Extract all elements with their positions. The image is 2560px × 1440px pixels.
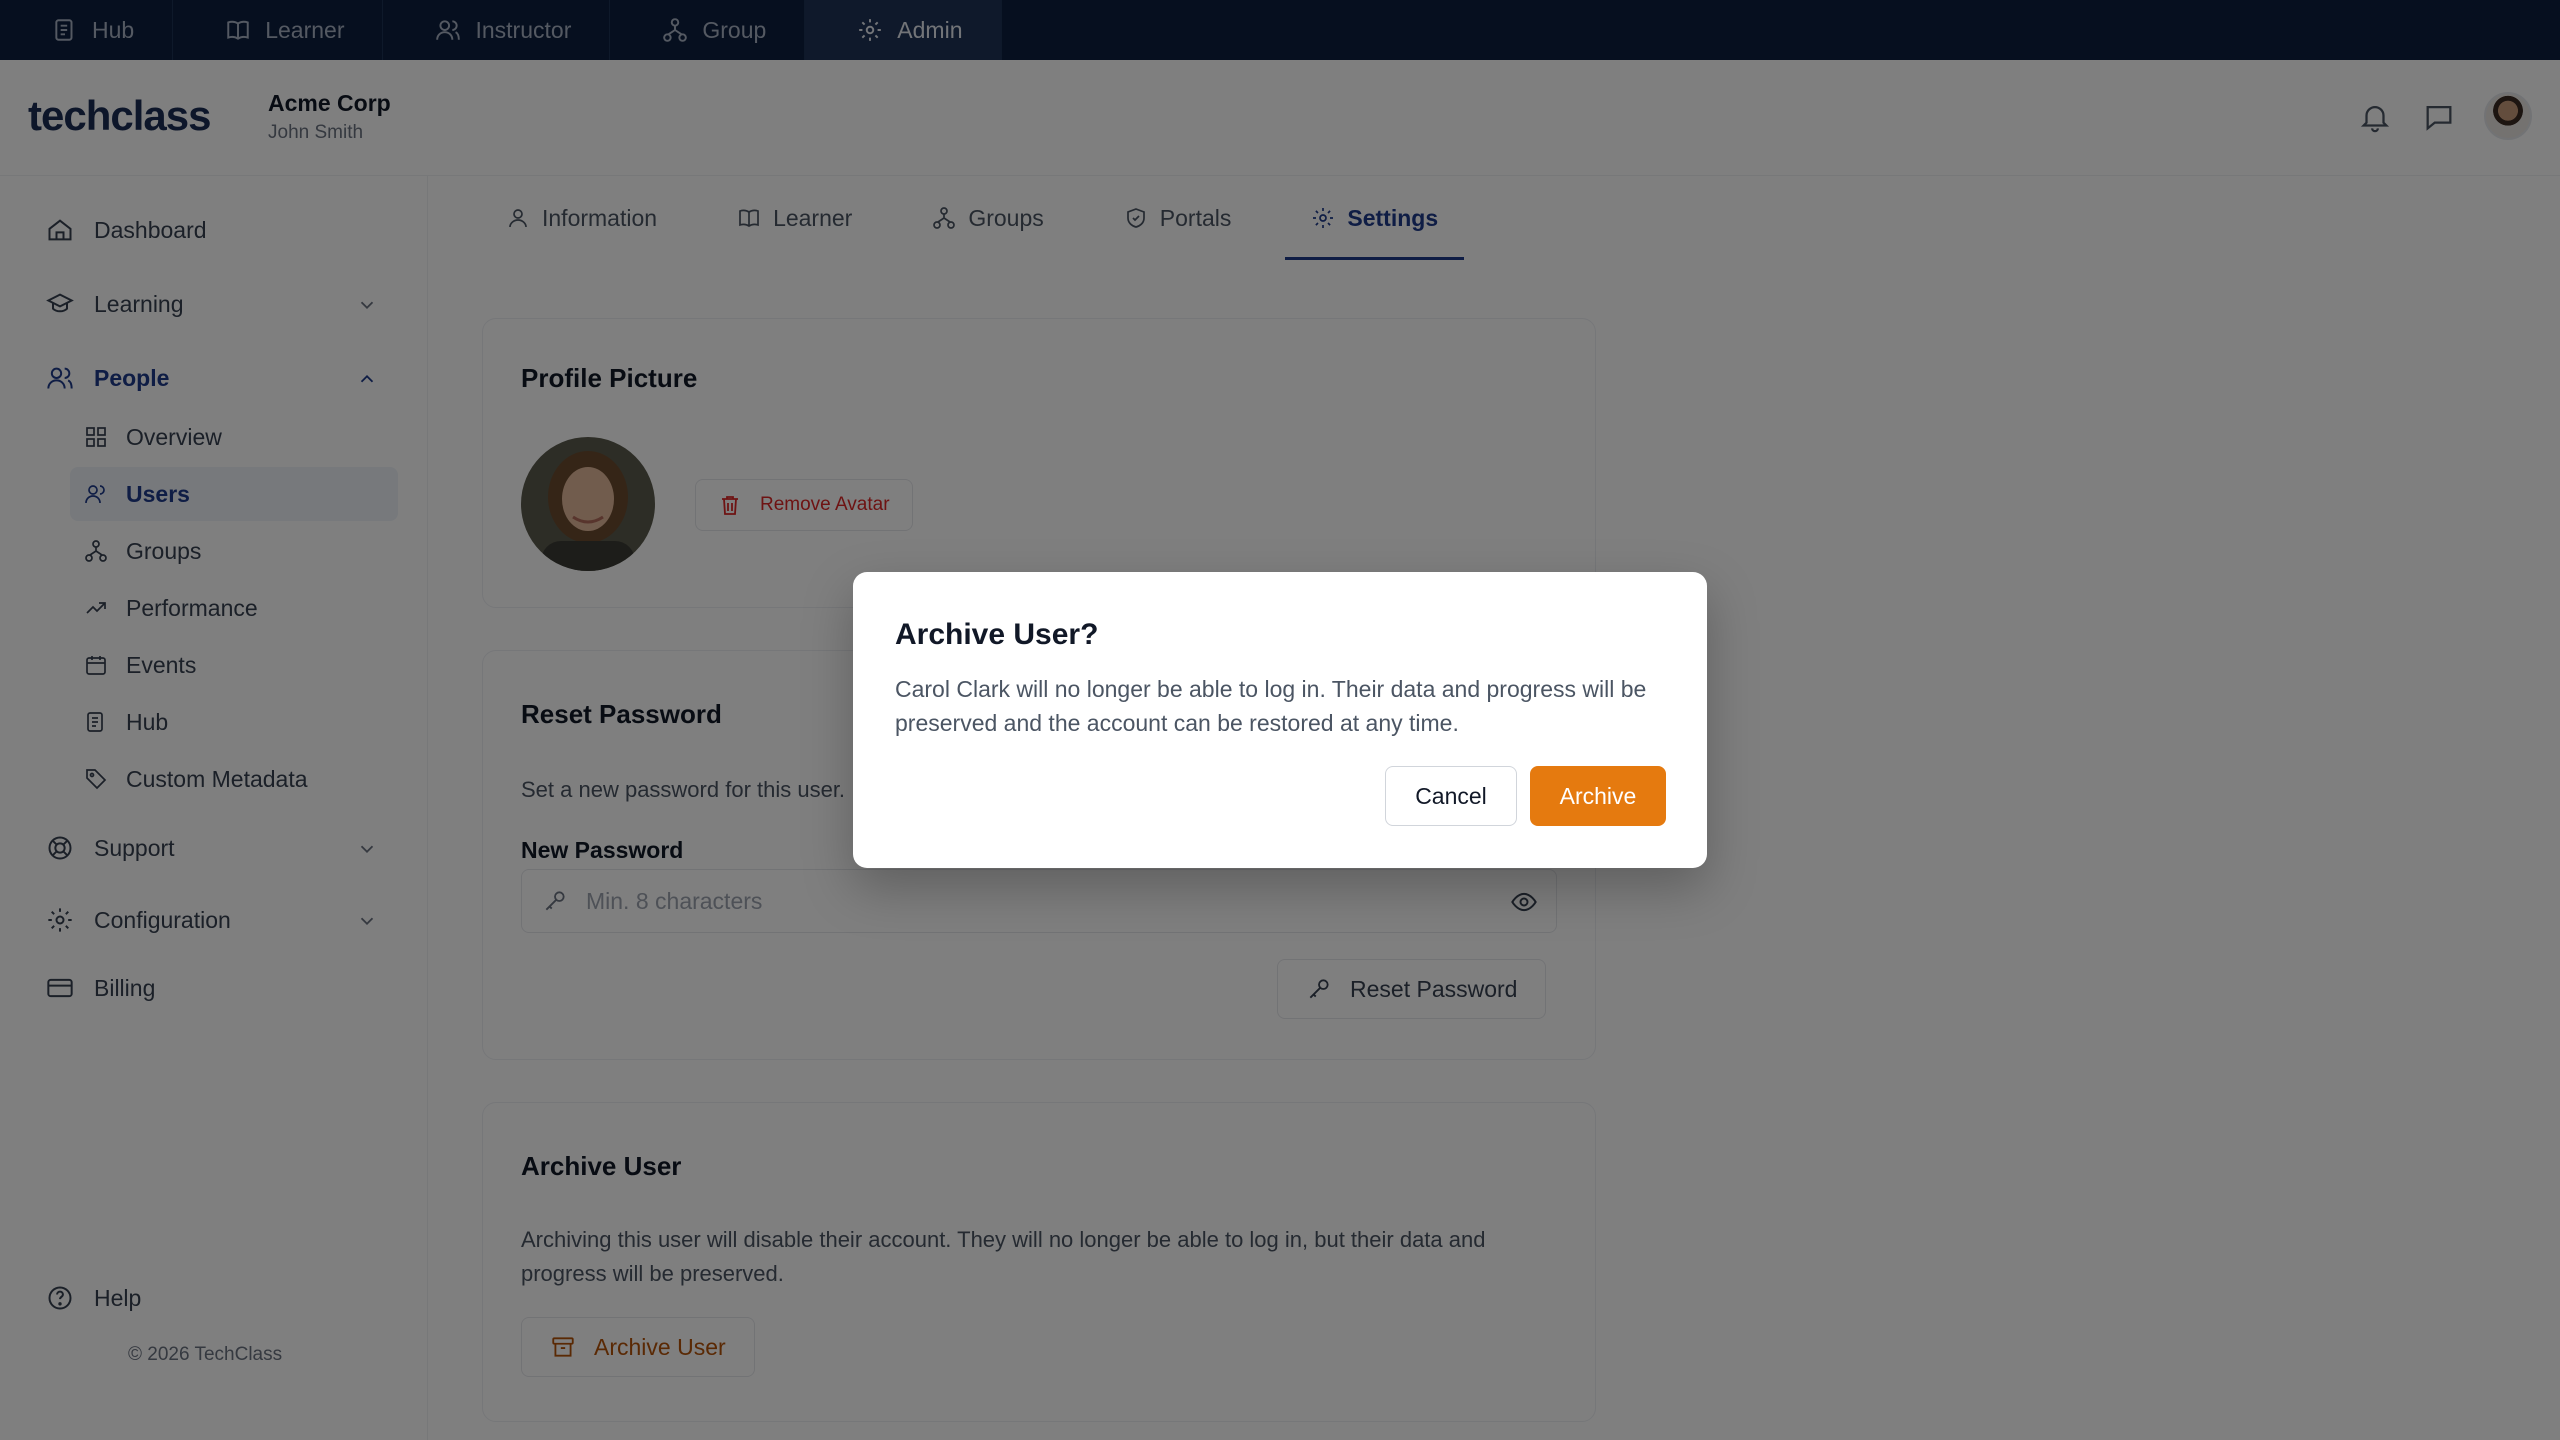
archive-user-dialog: Archive User? Carol Clark will no longer… bbox=[853, 572, 1707, 868]
dialog-title: Archive User? bbox=[895, 618, 1099, 651]
archive-confirm-button[interactable]: Archive bbox=[1530, 766, 1666, 826]
dialog-message: Carol Clark will no longer be able to lo… bbox=[895, 676, 1647, 736]
cancel-button[interactable]: Cancel bbox=[1385, 766, 1517, 826]
